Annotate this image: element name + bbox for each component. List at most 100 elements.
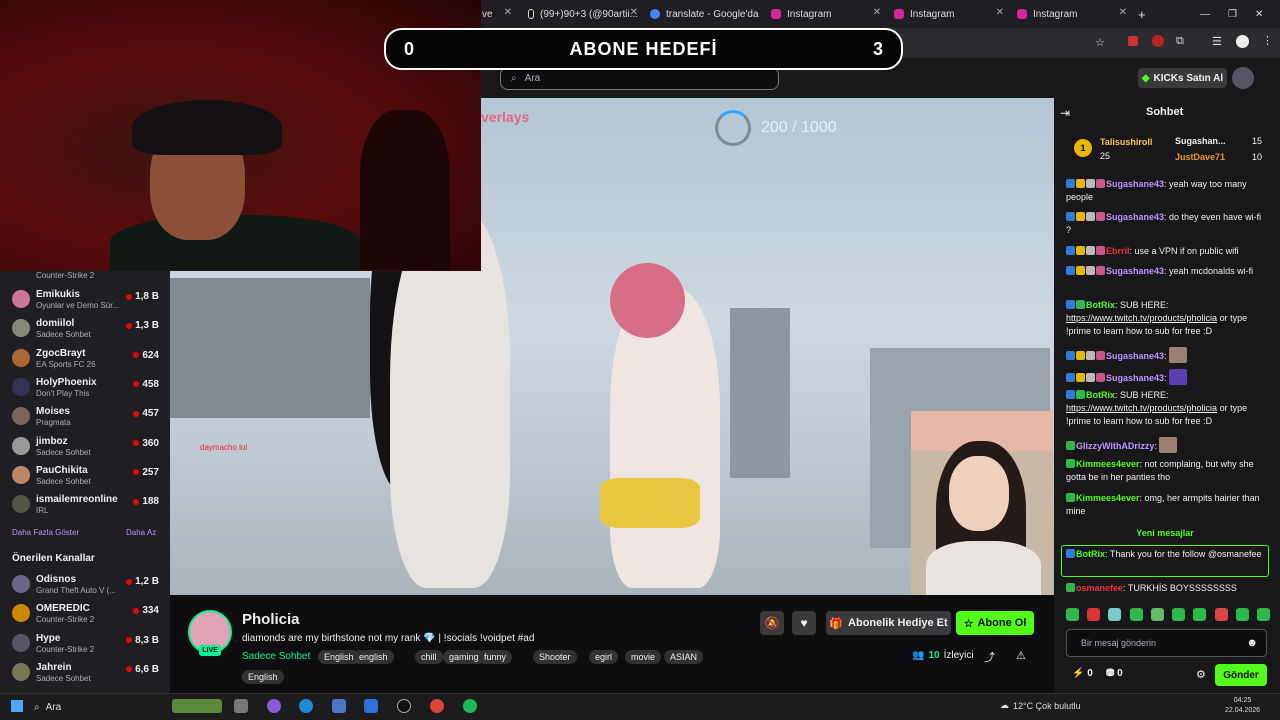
- report-icon[interactable]: ⚠: [1016, 649, 1026, 662]
- copilot-icon[interactable]: [267, 699, 281, 713]
- chat-input[interactable]: Bir mesaj gönderin ☻: [1066, 629, 1267, 657]
- close-icon[interactable]: ✕: [996, 7, 1004, 18]
- stream-tag[interactable]: Shooter: [533, 650, 577, 664]
- sidebar-channel[interactable]: domiilol Sadece Sohbet 1,3 B: [0, 315, 170, 344]
- channel-name: HolyPhoenix: [36, 376, 97, 388]
- close-icon[interactable]: ✕: [873, 7, 881, 18]
- collapse-chat-icon[interactable]: ⇥: [1060, 106, 1070, 120]
- close-window-icon[interactable]: ✕: [1255, 9, 1263, 20]
- emote-icon[interactable]: [1150, 608, 1164, 621]
- sidebar-icon[interactable]: ☰: [1212, 35, 1222, 48]
- gift-leaderboard: 1 Talisushiroll 25 Sugashan... 15 JustDa…: [1064, 131, 1270, 171]
- show-less-link[interactable]: Daha Az: [126, 528, 156, 537]
- emote-icon[interactable]: [1214, 608, 1228, 621]
- browser-tab[interactable]: ve ✕: [482, 4, 512, 24]
- browser-tab[interactable]: Instagram ✕: [771, 4, 881, 24]
- store-icon[interactable]: [332, 699, 346, 713]
- sidebar-channel[interactable]: Jahrein Sadece Sohbet 6,6 B: [0, 659, 170, 688]
- emote-icon[interactable]: [1129, 608, 1143, 621]
- emoji-icon[interactable]: ☻: [1246, 637, 1258, 649]
- chrome-icon[interactable]: [430, 699, 444, 713]
- show-more-link[interactable]: Daha Fazla Göster: [12, 528, 79, 537]
- drops-counter[interactable]: ⛃ 0: [1106, 668, 1123, 679]
- streamer-facecam: [911, 411, 1053, 595]
- gift-sub-button[interactable]: 🎁 Abonelik Hediye Et: [826, 611, 951, 635]
- channel-game: Sadece Sohbet: [36, 447, 91, 457]
- live-dot-icon: [133, 410, 140, 417]
- emote-icon[interactable]: [1193, 608, 1207, 621]
- profile-icon[interactable]: [1236, 35, 1249, 48]
- sub-link[interactable]: https://www.twitch.tv/products/pholicia: [1066, 313, 1217, 323]
- send-button[interactable]: Gönder: [1215, 664, 1267, 686]
- stream-tag[interactable]: egirl: [589, 650, 619, 664]
- chat-settings-gear-icon[interactable]: ⚙: [1196, 668, 1206, 681]
- sidebar-channel[interactable]: PauChikita Sadece Sohbet 257: [0, 462, 170, 491]
- minimize-icon[interactable]: —: [1200, 9, 1210, 20]
- menu-dots-icon[interactable]: ⋮: [1262, 34, 1273, 47]
- weather-widget[interactable]: ☁ 12°C Çok bulutlu: [1000, 700, 1081, 711]
- task-view-icon[interactable]: [234, 699, 248, 713]
- obs-icon[interactable]: [397, 699, 411, 713]
- stream-tag[interactable]: funny: [478, 650, 513, 664]
- channel-avatar: [12, 319, 30, 338]
- stream-tag[interactable]: ASIAN: [664, 650, 704, 664]
- sidebar-channel[interactable]: jimboz Sadece Sohbet 360: [0, 433, 170, 462]
- emote-icon[interactable]: [1235, 608, 1249, 621]
- emote-icon[interactable]: [1066, 608, 1079, 621]
- stream-tag[interactable]: chill: [415, 650, 443, 664]
- channel-viewers: 334: [133, 605, 159, 616]
- browser-tab[interactable]: Instagram ✕: [894, 4, 1004, 24]
- close-icon[interactable]: ✕: [1119, 7, 1127, 18]
- taskbar-clock[interactable]: 04:25 22.04.2026: [1225, 696, 1260, 716]
- stream-tag[interactable]: movie: [625, 650, 662, 664]
- bookmark-star-icon[interactable]: ☆: [1095, 36, 1105, 49]
- browser-tab[interactable]: (99+)90+3 (@90artii... ✕: [528, 4, 638, 24]
- puzzle-icon[interactable]: ⧉: [1176, 35, 1184, 48]
- user-avatar[interactable]: [1232, 67, 1254, 89]
- sidebar-channel[interactable]: Emikukis Oyunlar ve Demo Sür... 1,8 B: [0, 286, 170, 315]
- close-icon[interactable]: ✕: [630, 7, 638, 18]
- extension-icon[interactable]: [1152, 35, 1164, 47]
- new-tab-button[interactable]: +: [1138, 4, 1152, 24]
- stream-category[interactable]: Sadece Sohbet: [242, 651, 310, 662]
- subscribe-button[interactable]: ☆ Abone Ol: [956, 611, 1034, 635]
- buy-kicks-button[interactable]: ◆ KICKs Satın Al: [1138, 68, 1227, 88]
- emote-icon[interactable]: [1172, 608, 1186, 621]
- streamer-name[interactable]: Pholicia: [242, 611, 300, 628]
- sub-link[interactable]: https://www.twitch.tv/products/pholicia: [1066, 403, 1217, 413]
- browser-tab[interactable]: Instagram ✕: [1017, 4, 1127, 24]
- emote-icon[interactable]: [1087, 608, 1101, 621]
- edge-icon[interactable]: [299, 699, 313, 713]
- spotify-icon[interactable]: [463, 699, 477, 713]
- emote-icon[interactable]: [1256, 608, 1270, 621]
- mail-icon[interactable]: [364, 699, 378, 713]
- points-counter[interactable]: ⚡ 0: [1072, 668, 1093, 679]
- maximize-icon[interactable]: ❐: [1228, 9, 1237, 20]
- follow-heart-button[interactable]: ♥: [792, 611, 816, 635]
- sub-goal-current: 0: [404, 38, 415, 59]
- notifications-off-button[interactable]: 🔕: [760, 611, 784, 635]
- sidebar-channel[interactable]: ZgocBrayt EA Sports FC 26 624: [0, 345, 170, 374]
- stream-tag[interactable]: English: [242, 670, 284, 684]
- sidebar-channel[interactable]: HolyPhoenix Don't Play This 458: [0, 374, 170, 403]
- sidebar-channel[interactable]: Odisnos Grand Theft Auto V (... 1,2 B: [0, 571, 170, 600]
- live-dot-icon: [126, 322, 133, 329]
- taskbar-widget-icon[interactable]: [172, 699, 222, 713]
- share-icon[interactable]: ⤴: [984, 649, 995, 665]
- channel-avatar: [12, 407, 30, 426]
- close-icon[interactable]: ✕: [504, 7, 512, 18]
- emote-icon[interactable]: [1108, 608, 1122, 621]
- sidebar-channel[interactable]: ismailemreonline IRL 188: [0, 491, 170, 520]
- windows-start-icon[interactable]: [11, 700, 23, 712]
- chat-message: Sugashane43: yeah mcdonalds wi-fi: [1066, 265, 1266, 278]
- channel-name: Hype: [36, 632, 61, 644]
- extension-icon[interactable]: [1128, 36, 1138, 46]
- stream-tag[interactable]: english: [353, 650, 394, 664]
- sidebar-channel[interactable]: OMEREDIC Counter-Strike 2 334: [0, 600, 170, 629]
- sidebar-channel[interactable]: Moises Pragmata 457: [0, 403, 170, 432]
- search-input[interactable]: ⌕ Ara: [500, 67, 779, 90]
- channel-viewers: 6,6 B: [126, 664, 159, 675]
- live-dot-icon: [133, 498, 140, 505]
- sidebar-channel[interactable]: Hype Counter-Strike 2 8,3 B: [0, 630, 170, 659]
- browser-tab[interactable]: translate - Google'da: [650, 4, 760, 24]
